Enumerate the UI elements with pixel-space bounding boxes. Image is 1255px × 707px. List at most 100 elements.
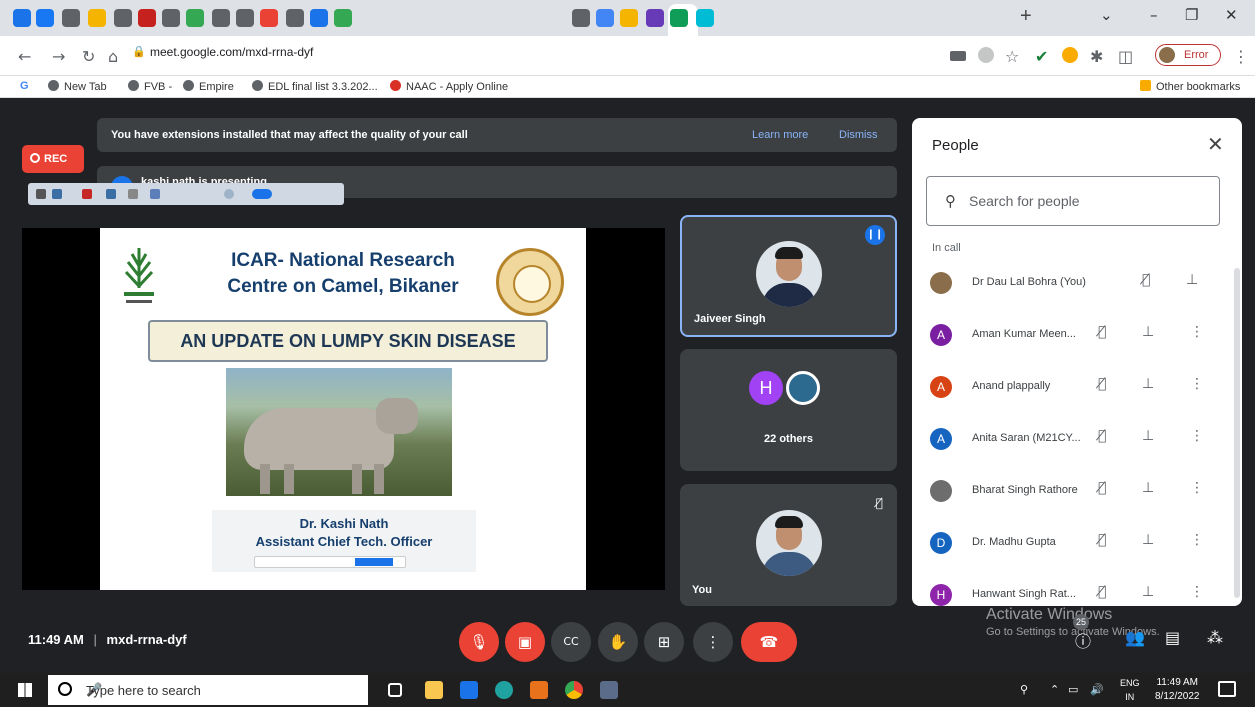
more-options-icon[interactable]: ⋮ xyxy=(1190,532,1204,548)
extension-icon[interactable] xyxy=(1062,47,1078,63)
mic-off-icon[interactable]: 🎙̸ xyxy=(1098,376,1106,392)
participant-tile-others[interactable]: H 22 others xyxy=(680,349,897,471)
tab-icon-globe[interactable] xyxy=(286,9,304,27)
search-input[interactable] xyxy=(969,187,1209,215)
tab-icon-docs[interactable] xyxy=(186,9,204,27)
people-icon[interactable]: 👥 xyxy=(1125,628,1145,647)
more-options-icon[interactable]: ⋮ xyxy=(1190,376,1204,392)
notification-icon[interactable] xyxy=(1218,681,1236,697)
minimize-icon[interactable]: – xyxy=(1150,6,1158,24)
tab-icon-app[interactable] xyxy=(646,9,664,27)
tab-icon-globe[interactable] xyxy=(114,9,132,27)
tab-icon-globe[interactable] xyxy=(212,9,230,27)
network-icon[interactable]: ▭ xyxy=(1068,683,1078,696)
tab-icon-globe[interactable] xyxy=(62,9,80,27)
bookmark-fvb[interactable]: FVB - xyxy=(128,80,172,93)
share-icon[interactable] xyxy=(978,47,994,63)
mic-off-icon[interactable]: 🎙̸ xyxy=(1098,480,1106,496)
participant-row[interactable]: A Anita Saran (M21CY... 🎙̸ ⊥ ⋮ xyxy=(912,414,1242,464)
menu-icon[interactable]: ⋮ xyxy=(1233,47,1249,66)
camera-icon[interactable] xyxy=(950,51,966,61)
tab-icon-globe[interactable] xyxy=(572,9,590,27)
star-icon[interactable]: ☆ xyxy=(1005,47,1019,66)
tab-icon-youtube[interactable] xyxy=(260,9,278,27)
tab-icon-gmail[interactable] xyxy=(13,9,31,27)
participant-row[interactable]: H Hanwant Singh Rat... 🎙̸ ⊥ ⋮ xyxy=(912,570,1242,606)
tab-icon-facebook[interactable] xyxy=(36,9,54,27)
pin-icon[interactable]: ⊥ xyxy=(1142,376,1154,392)
mic-off-icon[interactable]: 🎙̸ xyxy=(1142,272,1150,288)
chat-icon[interactable]: ▤ xyxy=(1165,628,1180,647)
close-icon[interactable]: ✕ xyxy=(1207,132,1224,156)
language-indicator[interactable]: ENG IN xyxy=(1120,676,1140,704)
file-explorer-icon[interactable] xyxy=(425,681,443,699)
pin-icon[interactable]: ⊥ xyxy=(1142,584,1154,600)
participant-row[interactable]: Dr Dau Lal Bohra (You) 🎙̸ ⊥ xyxy=(912,258,1242,308)
new-tab-button[interactable]: + xyxy=(1020,5,1032,28)
screen-share-bar[interactable] xyxy=(254,556,406,568)
tab-icon-slides[interactable] xyxy=(88,9,106,27)
mic-icon[interactable]: 🎤 xyxy=(86,683,102,698)
mic-off-icon[interactable]: 🎙̸ xyxy=(1098,324,1106,340)
present-button[interactable]: ⊞ xyxy=(644,622,684,662)
mail-icon[interactable] xyxy=(460,681,478,699)
back-icon[interactable]: ← xyxy=(18,47,31,66)
people-scrollbar[interactable] xyxy=(1234,268,1240,598)
maximize-icon[interactable]: ❐ xyxy=(1185,6,1198,24)
other-bookmarks[interactable]: Other bookmarks xyxy=(1140,80,1240,93)
puzzle-icon[interactable]: ✱ xyxy=(1090,47,1103,66)
bookmark-edl[interactable]: EDL final list 3.3.202... xyxy=(252,80,378,93)
bookmark-naac[interactable]: NAAC - Apply Online xyxy=(390,80,508,93)
mic-off-icon[interactable]: 🎙̸ xyxy=(1098,532,1106,548)
lock-icon[interactable]: 🔒 xyxy=(132,45,146,58)
raise-hand-button[interactable]: ✋ xyxy=(598,622,638,662)
bookmark-new-tab[interactable]: New Tab xyxy=(48,80,107,93)
more-options-icon[interactable]: ⋮ xyxy=(1190,428,1204,444)
dismiss-button[interactable]: Dismiss xyxy=(839,129,878,141)
more-options-icon[interactable]: ⋮ xyxy=(1190,324,1204,340)
participant-row[interactable]: A Anand plappally 🎙̸ ⊥ ⋮ xyxy=(912,362,1242,412)
volume-icon[interactable]: 🔊 xyxy=(1090,683,1104,696)
pin-icon[interactable]: ⊥ xyxy=(1142,428,1154,444)
pin-icon[interactable]: ⊥ xyxy=(1142,480,1154,496)
tab-icon-analytics[interactable] xyxy=(334,9,352,27)
mic-toggle-button[interactable]: 🎙 xyxy=(459,622,499,662)
mic-off-icon[interactable]: 🎙̸ xyxy=(1098,428,1106,444)
participant-row[interactable]: D Dr. Madhu Gupta 🎙̸ ⊥ ⋮ xyxy=(912,518,1242,568)
chrome-icon[interactable] xyxy=(565,681,583,699)
edge-icon[interactable] xyxy=(495,681,513,699)
url-field[interactable]: meet.google.com/mxd-rrna-dyf xyxy=(150,45,313,59)
leave-call-button[interactable]: ☎ xyxy=(741,622,797,662)
tab-icon-app[interactable] xyxy=(696,9,714,27)
tab-icon-search[interactable] xyxy=(310,9,328,27)
extension-toolbar[interactable] xyxy=(28,183,344,205)
pin-icon[interactable]: ⊥ xyxy=(1142,532,1154,548)
taskbar-search[interactable]: Type here to search 🎤 xyxy=(48,675,368,705)
home-icon[interactable]: ⌂ xyxy=(108,47,118,66)
camera-toggle-button[interactable]: ▣ xyxy=(505,622,545,662)
tab-icon-app[interactable] xyxy=(620,9,638,27)
check-extension-icon[interactable]: ✔ xyxy=(1035,47,1048,66)
tab-icon-globe[interactable] xyxy=(162,9,180,27)
tab-icon-globe[interactable] xyxy=(236,9,254,27)
captions-button[interactable]: CC xyxy=(551,622,591,662)
people-tray-icon[interactable]: ⚲ xyxy=(1020,683,1028,696)
google-bookmark-icon[interactable]: G xyxy=(20,80,29,92)
tab-icon-ks[interactable] xyxy=(138,9,156,27)
participant-row[interactable]: Bharat Singh Rathore 🎙̸ ⊥ ⋮ xyxy=(912,466,1242,516)
info-icon[interactable]: ⓘ xyxy=(1075,628,1091,652)
more-options-button[interactable]: ⋮ xyxy=(693,622,733,662)
participant-tile-jaiveer[interactable]: ❙❙ Jaiveer Singh xyxy=(680,215,897,337)
bookmark-empire[interactable]: Empire xyxy=(183,80,234,93)
windows-start-icon[interactable] xyxy=(18,683,32,697)
app-icon[interactable] xyxy=(600,681,618,699)
sidepanel-icon[interactable]: ◫ xyxy=(1118,47,1133,66)
participant-tile-you[interactable]: 🎙̸ You xyxy=(680,484,897,606)
office-icon[interactable] xyxy=(530,681,548,699)
profile-error-button[interactable]: Error xyxy=(1155,44,1221,66)
tab-icon-google[interactable] xyxy=(596,9,614,27)
pin-icon[interactable]: ⊥ xyxy=(1142,324,1154,340)
tray-chevron-icon[interactable]: ⌃ xyxy=(1050,683,1059,696)
tab-search-icon[interactable]: ⌄ xyxy=(1100,6,1113,24)
task-view-icon[interactable] xyxy=(388,683,402,697)
